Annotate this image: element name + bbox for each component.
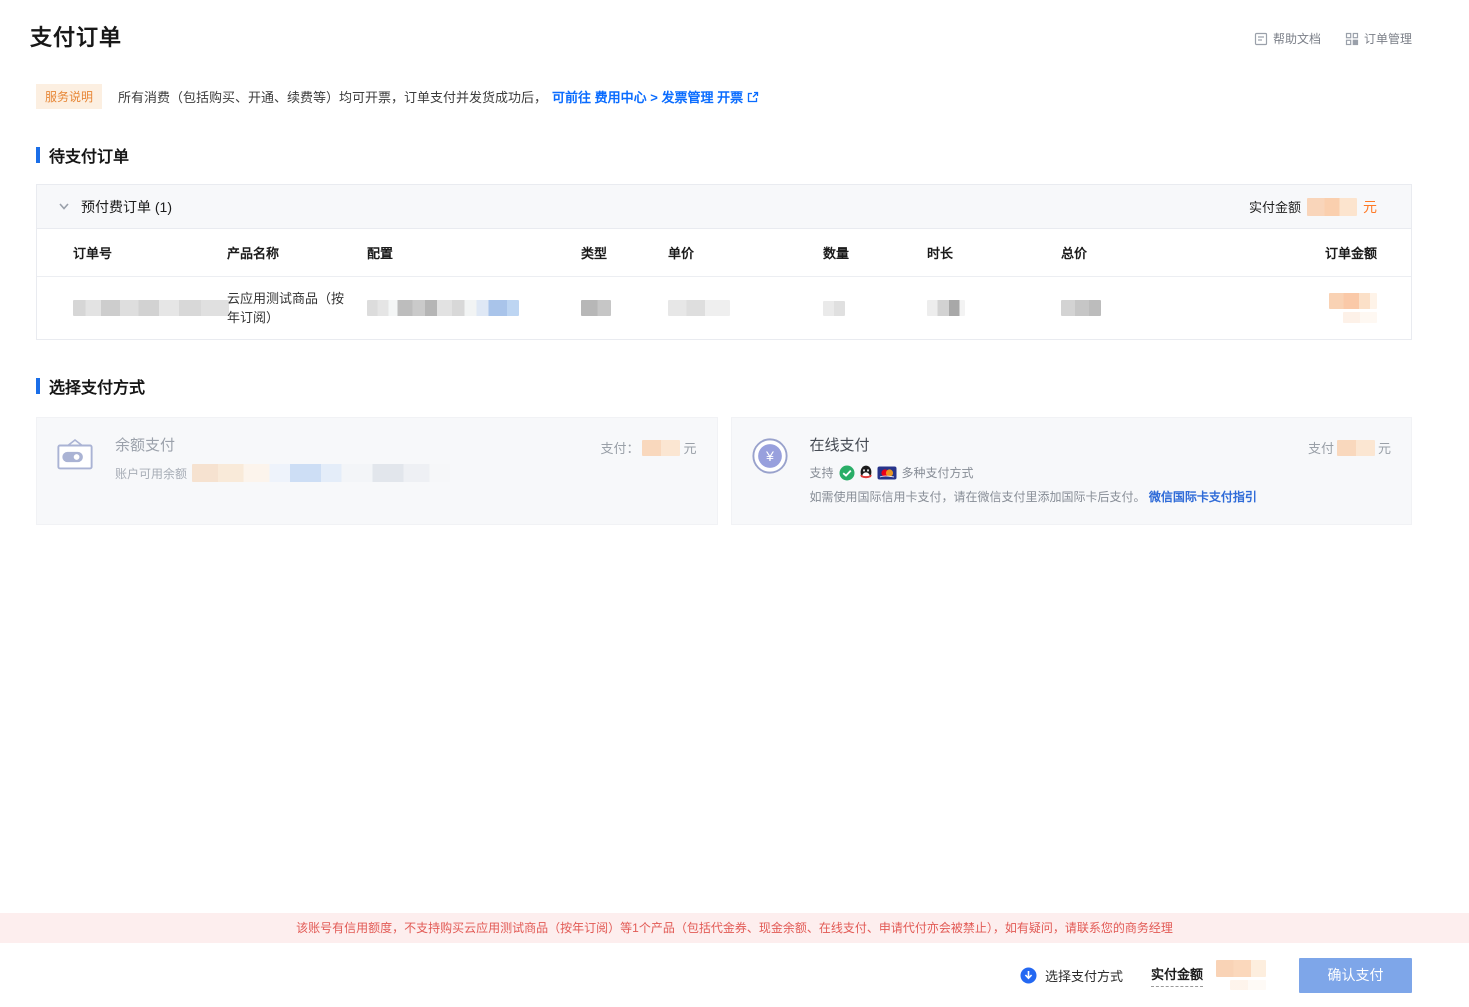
prepaid-group-title: 预付费订单 (1) bbox=[81, 198, 172, 215]
online-pay-label: 支付 bbox=[1307, 441, 1334, 456]
order-manage-link[interactable]: 订单管理 bbox=[1345, 30, 1412, 47]
online-payment-title: 在线支付 bbox=[809, 437, 870, 454]
support-suffix: 多种支付方式 bbox=[901, 466, 974, 480]
order-amount-cell bbox=[1241, 293, 1411, 323]
order-manage-label: 订单管理 bbox=[1363, 32, 1412, 46]
col-type: 类型 bbox=[581, 246, 608, 261]
support-prefix: 支持 bbox=[809, 466, 834, 480]
wechat-pay-icon bbox=[839, 465, 855, 480]
prepaid-group-header[interactable]: 预付费订单 (1) 实付金额 元 bbox=[37, 185, 1411, 229]
yuan-symbol: ¥ bbox=[765, 449, 774, 465]
redacted-order-amount bbox=[1329, 293, 1377, 309]
product-name: 云应用测试商品（按年订阅） bbox=[227, 291, 345, 325]
paid-amount-unit: 元 bbox=[1363, 198, 1377, 215]
payment-section-title: 选择支付方式 bbox=[36, 374, 1433, 398]
external-link-icon bbox=[747, 91, 759, 102]
order-table-row: 云应用测试商品（按年订阅） bbox=[37, 277, 1411, 339]
help-doc-link[interactable]: 帮助文档 bbox=[1254, 30, 1321, 47]
header-links: 帮助文档 订单管理 bbox=[1254, 30, 1412, 47]
online-payment-card[interactable]: ¥ 在线支付 支持 多种支付方式 如需使用国际信用卡支付，请在微信支付里添加国际… bbox=[730, 417, 1412, 525]
page-header: 支付订单 帮助文档 订单管理 bbox=[0, 0, 1469, 52]
redacted-footer-amount bbox=[1216, 960, 1266, 977]
online-pay-unit: 元 bbox=[1377, 441, 1391, 456]
payment-cards: 余额支付 账户可用余额 支付： 元 ¥ 在线支付 支持 多种支付方式 如需使用国… bbox=[36, 417, 1412, 525]
document-icon bbox=[1254, 32, 1268, 45]
redacted-footer-amount-sub bbox=[1230, 980, 1266, 990]
payment-method-icons bbox=[839, 465, 897, 481]
section-accent-bar bbox=[36, 378, 40, 394]
col-order-no: 订单号 bbox=[73, 246, 113, 261]
col-unit-price: 单价 bbox=[668, 246, 695, 261]
yuan-circle-icon: ¥ bbox=[751, 438, 788, 474]
credit-limit-warning: 该账号有信用额度，不支持购买云应用测试商品（按年订阅）等1个产品（包括代金券、现… bbox=[0, 913, 1469, 943]
col-product-name: 产品名称 bbox=[227, 246, 280, 261]
choose-payment-anchor[interactable]: 选择支付方式 bbox=[1020, 966, 1123, 985]
online-support-line: 支持 多种支付方式 bbox=[810, 464, 1392, 481]
online-pay-amount: 支付 元 bbox=[1308, 438, 1391, 457]
balance-available-label: 账户可用余额 bbox=[115, 466, 188, 481]
help-doc-label: 帮助文档 bbox=[1272, 32, 1321, 46]
col-total-price: 总价 bbox=[1061, 246, 1088, 261]
invoice-manage-link[interactable]: 可前往 费用中心 > 发票管理 开票 bbox=[552, 87, 759, 106]
redacted-order-amount-sub bbox=[1343, 312, 1377, 323]
checkout-footer: 选择支付方式 实付金额 确认支付 bbox=[0, 943, 1469, 1007]
col-config: 配置 bbox=[367, 246, 394, 261]
pending-orders-section-title: 待支付订单 bbox=[36, 143, 1433, 167]
service-notice: 服务说明 所有消费（包括购买、开通、续费等）均可开票，订单支付并发货成功后， 可… bbox=[36, 84, 1433, 109]
pending-orders-title-text: 待支付订单 bbox=[49, 149, 130, 166]
section-accent-bar bbox=[36, 147, 40, 163]
col-quantity: 数量 bbox=[823, 246, 850, 261]
col-duration: 时长 bbox=[927, 246, 954, 261]
balance-available-line: 账户可用余额 bbox=[115, 464, 697, 482]
bank-card-icon bbox=[877, 466, 897, 479]
online-note-line: 如需使用国际信用卡支付，请在微信支付里添加国际卡后支付。 微信国际卡支付指引 bbox=[810, 488, 1392, 505]
page-title: 支付订单 bbox=[30, 25, 123, 50]
wechat-international-card-guide-link[interactable]: 微信国际卡支付指引 bbox=[1149, 490, 1257, 504]
balance-payment-card[interactable]: 余额支付 账户可用余额 支付： 元 bbox=[36, 417, 718, 525]
order-table-header: 订单号 产品名称 配置 类型 单价 数量 时长 总价 订单金额 bbox=[37, 229, 1411, 277]
prepaid-group-left: 预付费订单 (1) bbox=[58, 197, 172, 217]
confirm-pay-button[interactable]: 确认支付 bbox=[1299, 957, 1412, 993]
wallet-icon bbox=[57, 438, 93, 470]
choose-payment-label: 选择支付方式 bbox=[1044, 968, 1123, 984]
chevron-down-icon[interactable] bbox=[58, 202, 70, 211]
redacted-total-price bbox=[1061, 300, 1101, 317]
balance-pay-amount: 支付： 元 bbox=[600, 438, 697, 457]
payment-title-text: 选择支付方式 bbox=[49, 380, 146, 397]
balance-pay-label: 支付： bbox=[600, 441, 640, 456]
scroll-to-payment-icon bbox=[1020, 967, 1037, 983]
redacted-order-id bbox=[73, 300, 229, 317]
footer-amount-label[interactable]: 实付金额 bbox=[1150, 964, 1203, 987]
prepaid-group-amount: 实付金额 元 bbox=[1249, 197, 1377, 217]
redacted-quantity bbox=[823, 301, 845, 317]
service-notice-text: 所有消费（包括购买、开通、续费等）均可开票，订单支付并发货成功后， bbox=[118, 90, 548, 105]
redacted-online-pay-amount bbox=[1336, 439, 1375, 456]
paid-amount-label: 实付金额 bbox=[1248, 200, 1301, 215]
redacted-duration bbox=[927, 300, 965, 317]
redacted-type bbox=[581, 300, 611, 317]
col-order-amount: 订单金额 bbox=[1324, 246, 1377, 261]
redacted-unit-price bbox=[668, 300, 730, 317]
online-card-body: 在线支付 支持 多种支付方式 如需使用国际信用卡支付，请在微信支付里添加国际卡后… bbox=[810, 434, 1392, 505]
redacted-config bbox=[367, 300, 519, 317]
balance-pay-unit: 元 bbox=[683, 441, 697, 456]
service-notice-tag: 服务说明 bbox=[36, 84, 103, 109]
qq-pay-icon bbox=[859, 465, 872, 479]
redacted-paid-amount bbox=[1307, 197, 1357, 216]
grid-icon bbox=[1345, 32, 1359, 45]
redacted-available-balance bbox=[192, 464, 451, 482]
footer-amount-value bbox=[1216, 960, 1266, 990]
prepaid-order-panel: 预付费订单 (1) 实付金额 元 订单号 产品名称 配置 类型 单价 数量 时长… bbox=[36, 184, 1412, 340]
international-card-note: 如需使用国际信用卡支付，请在微信支付里添加国际卡后支付。 bbox=[809, 490, 1146, 504]
redacted-balance-pay-amount bbox=[642, 439, 681, 456]
invoice-manage-link-label: 可前往 费用中心 > 发票管理 开票 bbox=[552, 90, 744, 105]
